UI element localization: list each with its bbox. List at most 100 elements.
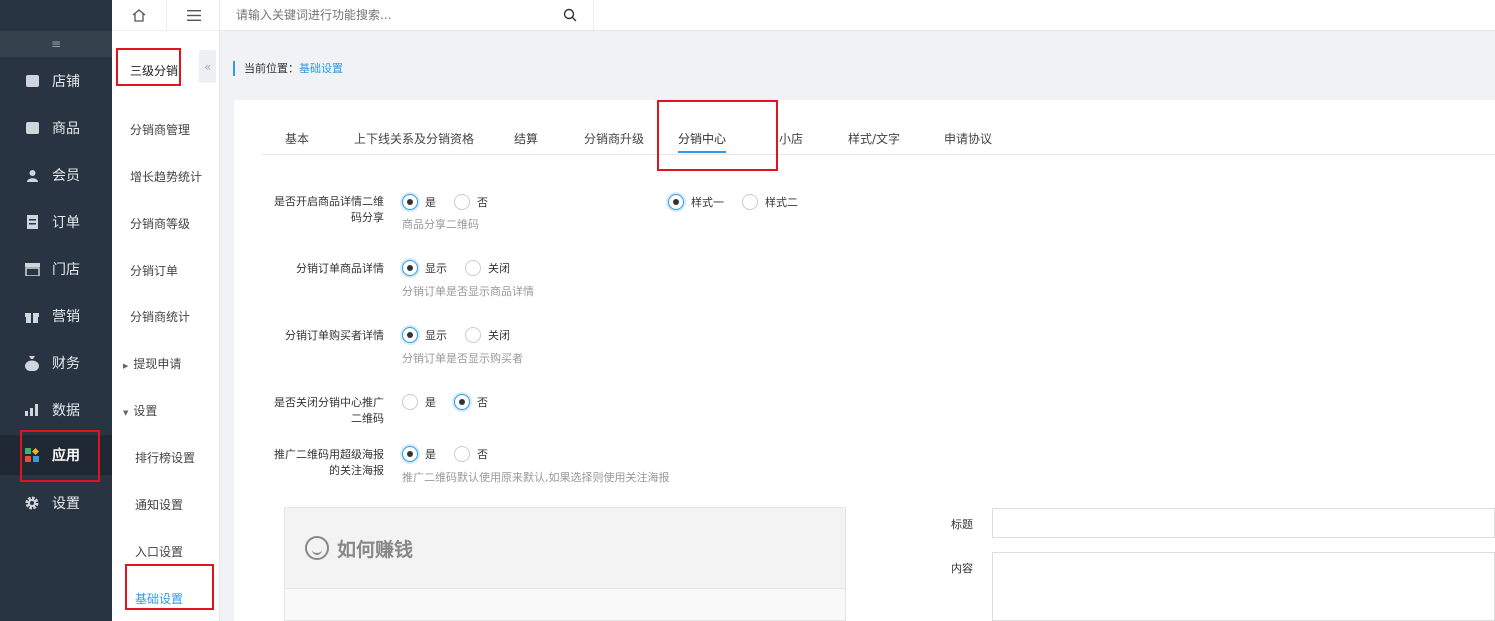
qr-share-label-line1: 是否开启商品详情二维 <box>274 195 384 208</box>
money-bag-icon <box>24 355 40 371</box>
radio-label: 否 <box>477 196 488 209</box>
breadcrumb-current[interactable]: 基础设置 <box>299 62 343 75</box>
super-poster-label-line1: 推广二维码用超级海报 <box>274 448 384 461</box>
super-poster-no-radio[interactable]: 否 <box>454 446 488 462</box>
nav-item-marketing[interactable]: 营销 <box>0 296 112 336</box>
radio-unchecked-icon <box>742 194 758 210</box>
tab-settlement[interactable]: 结算 <box>514 130 538 147</box>
tab-upgrade[interactable]: 分销商升级 <box>584 130 644 147</box>
order-buyer-close-radio[interactable]: 关闭 <box>465 327 510 343</box>
radio-label: 关闭 <box>488 262 510 275</box>
sub-sidebar: 三级分销 分销商管理 增长趋势统计 分销商等级 分销订单 分销商统计 ▶ 提现申请… <box>112 0 220 621</box>
nav-item-data[interactable]: 数据 <box>0 390 112 430</box>
nav-item-goods[interactable]: 商品 <box>0 108 112 148</box>
radio-checked-icon <box>402 194 418 210</box>
menu-icon[interactable] <box>166 0 220 30</box>
sub-item-distributor-stats[interactable]: 分销商统计 <box>130 308 190 325</box>
tab-basic[interactable]: 基本 <box>285 130 309 147</box>
nav-item-label: 店铺 <box>52 74 80 90</box>
content-textarea[interactable] <box>992 552 1495 621</box>
order-icon <box>24 214 40 230</box>
nav-item-label: 营销 <box>52 309 80 325</box>
order-goods-close-radio[interactable]: 关闭 <box>465 260 510 276</box>
order-goods-show-radio[interactable]: 显示 <box>402 260 447 276</box>
sub-item-growth-stats[interactable]: 增长趋势统计 <box>130 168 202 185</box>
search-icon[interactable] <box>563 8 577 22</box>
close-qr-no-radio[interactable]: 否 <box>454 394 488 410</box>
sub-item-ranking-settings[interactable]: 排行榜设置 <box>135 449 195 466</box>
title-label: 标题 <box>951 518 973 531</box>
radio-checked-icon <box>402 260 418 276</box>
highlight-box <box>116 48 181 86</box>
radio-unchecked-icon <box>465 327 481 343</box>
radio-label: 是 <box>425 448 436 461</box>
close-qr-label-line2: 二维码 <box>351 412 384 425</box>
order-buyer-label: 分销订单购买者详情 <box>285 329 384 342</box>
store-icon <box>24 73 40 89</box>
nav-item-member[interactable]: 会员 <box>0 155 112 195</box>
tab-agreement[interactable]: 申请协议 <box>944 130 992 147</box>
main-panel: 基本 上下线关系及分销资格 结算 分销商升级 分销中心 小店 样式/文字 申请协… <box>234 100 1495 621</box>
nav-item-order[interactable]: 订单 <box>0 202 112 242</box>
qr-share-hint: 商品分享二维码 <box>402 218 479 231</box>
super-poster-hint: 推广二维码默认使用原来默认,如果选择则使用关注海报 <box>402 471 670 484</box>
nav-item-label: 商品 <box>52 121 80 137</box>
close-qr-yes-radio[interactable]: 是 <box>402 394 436 410</box>
order-goods-hint: 分销订单是否显示商品详情 <box>402 285 534 298</box>
radio-unchecked-icon <box>402 394 418 410</box>
title-input[interactable] <box>992 508 1495 538</box>
highlight-box <box>125 564 214 610</box>
radio-label: 样式一 <box>691 196 724 209</box>
nav-item-shop[interactable]: 门店 <box>0 249 112 289</box>
qr-share-label: 是否开启商品详情二维 码分享 <box>234 194 384 226</box>
tab-relations[interactable]: 上下线关系及分销资格 <box>354 130 474 147</box>
radio-label: 是 <box>425 396 436 409</box>
radio-checked-icon <box>402 446 418 462</box>
tab-style-text[interactable]: 样式/文字 <box>848 130 900 147</box>
tab-shop[interactable]: 小店 <box>779 130 803 147</box>
nav-item-label: 设置 <box>52 496 80 512</box>
distribution-center-preview: 如何赚钱 <box>284 507 846 621</box>
sub-item-withdraw[interactable]: ▶ 提现申请 <box>123 355 181 372</box>
sub-item-settings-label: 设置 <box>133 404 158 418</box>
close-qr-label-line1: 是否关闭分销中心推广 <box>274 396 384 409</box>
highlight-box <box>657 100 778 171</box>
sub-item-settings[interactable]: ▼ 设置 <box>123 402 157 419</box>
nav-item-settings[interactable]: 设置 <box>0 483 112 523</box>
sub-item-distributor-level[interactable]: 分销商等级 <box>130 215 190 232</box>
style-one-radio[interactable]: 样式一 <box>668 194 724 210</box>
breadcrumb-prefix: 当前位置： <box>244 62 299 75</box>
sub-item-distribution-orders[interactable]: 分销订单 <box>130 262 178 279</box>
nav-item-store[interactable]: 店铺 <box>0 61 112 101</box>
nav-item-label: 数据 <box>52 403 80 419</box>
home-icon[interactable] <box>112 0 166 30</box>
super-poster-yes-radio[interactable]: 是 <box>402 446 436 462</box>
style-two-radio[interactable]: 样式二 <box>742 194 798 210</box>
caret-down-icon: ▼ <box>123 409 129 417</box>
radio-unchecked-icon <box>454 446 470 462</box>
sub-item-distributor-manage[interactable]: 分销商管理 <box>130 121 190 138</box>
gift-icon <box>24 308 40 324</box>
gear-icon <box>24 495 40 511</box>
radio-label: 否 <box>477 396 488 409</box>
sub-top-bar <box>112 0 220 31</box>
sub-item-withdraw-label: 提现申请 <box>133 357 182 371</box>
goods-icon <box>24 120 40 136</box>
collapse-sidebar-icon[interactable]: « <box>199 50 216 83</box>
nav-logo-area <box>0 0 112 31</box>
order-goods-label: 分销订单商品详情 <box>296 262 384 275</box>
qr-share-yes-radio[interactable]: 是 <box>402 194 436 210</box>
smile-icon <box>305 536 329 560</box>
nav-item-label: 财务 <box>52 356 80 372</box>
qr-share-label-line2: 码分享 <box>351 211 384 224</box>
sub-item-notify-settings[interactable]: 通知设置 <box>135 496 183 513</box>
sub-item-entry-settings[interactable]: 入口设置 <box>135 543 183 560</box>
search-input[interactable] <box>220 0 550 30</box>
order-buyer-show-radio[interactable]: 显示 <box>402 327 447 343</box>
shop-icon <box>24 261 40 277</box>
qr-share-no-radio[interactable]: 否 <box>454 194 488 210</box>
preview-title: 如何赚钱 <box>337 538 414 561</box>
nav-collapse-icon[interactable]: ≡ <box>0 31 112 57</box>
close-qr-label: 是否关闭分销中心推广 二维码 <box>234 395 384 427</box>
nav-item-finance[interactable]: 财务 <box>0 343 112 383</box>
